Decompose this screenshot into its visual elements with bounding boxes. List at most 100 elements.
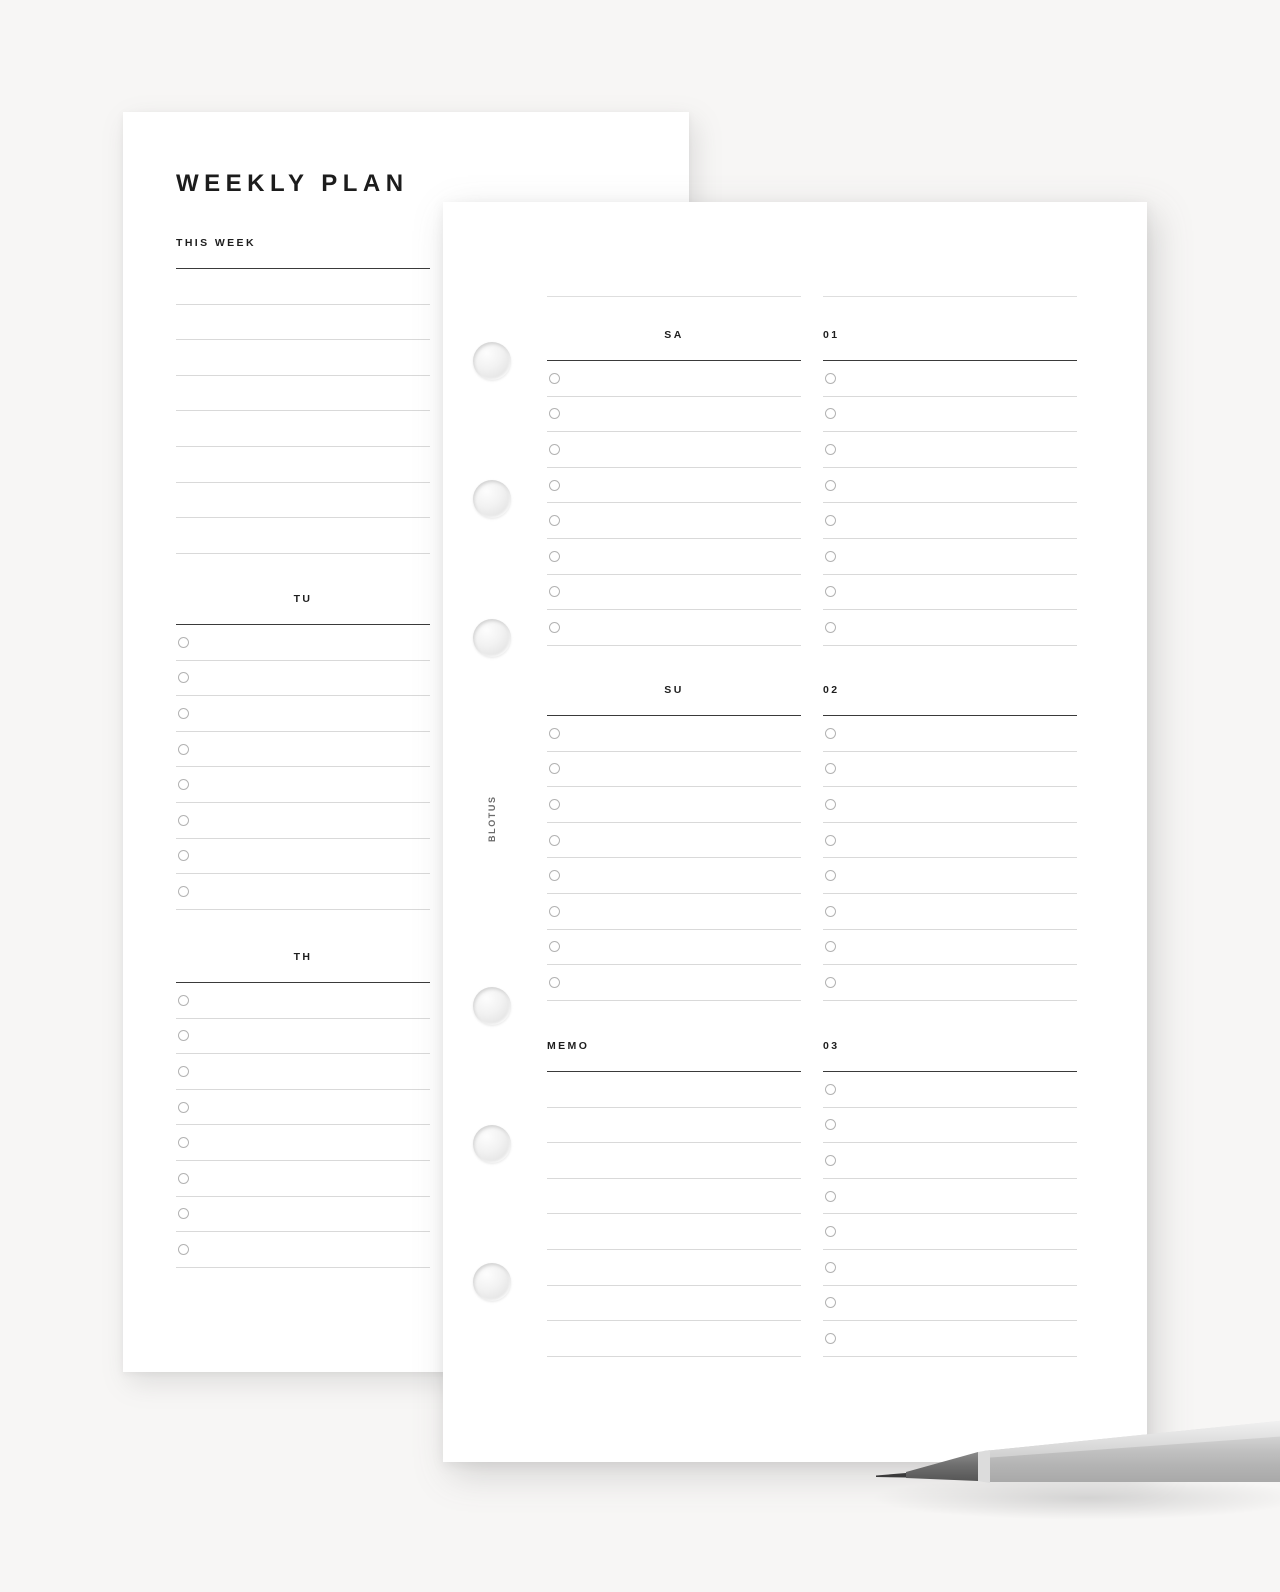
line-row[interactable] xyxy=(176,269,430,305)
checklist-row[interactable] xyxy=(823,1286,1077,1322)
checklist-row[interactable] xyxy=(547,503,801,539)
checkbox-icon[interactable] xyxy=(178,1243,189,1255)
checkbox-icon[interactable] xyxy=(825,763,836,775)
line-row[interactable] xyxy=(547,1321,801,1357)
checklist-row[interactable] xyxy=(176,1232,430,1268)
checkbox-icon[interactable] xyxy=(178,1137,189,1149)
checklist-row[interactable] xyxy=(547,361,801,397)
checklist-row[interactable] xyxy=(823,503,1077,539)
checkbox-icon[interactable] xyxy=(178,1065,189,1077)
checklist-row[interactable] xyxy=(547,575,801,611)
checkbox-icon[interactable] xyxy=(549,798,560,810)
checklist-row[interactable] xyxy=(823,610,1077,646)
line-row[interactable] xyxy=(176,305,430,341)
checkbox-icon[interactable] xyxy=(825,798,836,810)
checklist-row[interactable] xyxy=(547,894,801,930)
checkbox-icon[interactable] xyxy=(825,1119,836,1131)
checkbox-icon[interactable] xyxy=(178,1101,189,1113)
checkbox-icon[interactable] xyxy=(825,727,836,739)
checklist-row[interactable] xyxy=(823,1143,1077,1179)
checklist-row[interactable] xyxy=(823,823,1077,859)
checklist-row[interactable] xyxy=(176,696,430,732)
checkbox-icon[interactable] xyxy=(549,621,560,633)
checkbox-icon[interactable] xyxy=(178,707,189,719)
checklist-row[interactable] xyxy=(547,823,801,859)
checkbox-icon[interactable] xyxy=(549,834,560,846)
checklist-row[interactable] xyxy=(176,839,430,875)
checkbox-icon[interactable] xyxy=(825,479,836,491)
checklist-row[interactable] xyxy=(547,468,801,504)
line-row[interactable] xyxy=(176,411,430,447)
checkbox-icon[interactable] xyxy=(178,1030,189,1042)
checkbox-icon[interactable] xyxy=(825,976,836,988)
checklist-row[interactable] xyxy=(547,716,801,752)
checkbox-icon[interactable] xyxy=(178,814,189,826)
checklist-row[interactable] xyxy=(823,1321,1077,1357)
checklist-row[interactable] xyxy=(823,1108,1077,1144)
checkbox-icon[interactable] xyxy=(178,1172,189,1184)
line-row[interactable] xyxy=(547,1072,801,1108)
checklist-row[interactable] xyxy=(176,767,430,803)
checklist-row[interactable] xyxy=(823,468,1077,504)
checkbox-icon[interactable] xyxy=(825,443,836,455)
checkbox-icon[interactable] xyxy=(825,372,836,384)
checklist-row[interactable] xyxy=(823,361,1077,397)
checkbox-icon[interactable] xyxy=(825,1154,836,1166)
line-row[interactable] xyxy=(547,1214,801,1250)
line-row[interactable] xyxy=(547,1250,801,1286)
checkbox-icon[interactable] xyxy=(825,905,836,917)
checklist-row[interactable] xyxy=(823,1214,1077,1250)
checklist-row[interactable] xyxy=(176,732,430,768)
checklist-row[interactable] xyxy=(176,983,430,1019)
checkbox-icon[interactable] xyxy=(549,443,560,455)
checklist-row[interactable] xyxy=(547,539,801,575)
checklist-row[interactable] xyxy=(823,432,1077,468)
checklist-row[interactable] xyxy=(176,1125,430,1161)
line-row[interactable] xyxy=(176,518,430,554)
checklist-row[interactable] xyxy=(547,930,801,966)
checklist-row[interactable] xyxy=(176,1161,430,1197)
checklist-row[interactable] xyxy=(823,965,1077,1001)
checklist-row[interactable] xyxy=(823,1250,1077,1286)
line-row[interactable] xyxy=(176,376,430,412)
checkbox-icon[interactable] xyxy=(825,586,836,598)
checklist-row[interactable] xyxy=(823,894,1077,930)
checklist-row[interactable] xyxy=(823,575,1077,611)
checkbox-icon[interactable] xyxy=(178,636,189,648)
checkbox-icon[interactable] xyxy=(178,743,189,755)
checkbox-icon[interactable] xyxy=(549,727,560,739)
checkbox-icon[interactable] xyxy=(825,1083,836,1095)
checklist-row[interactable] xyxy=(547,965,801,1001)
checkbox-icon[interactable] xyxy=(825,1297,836,1309)
checkbox-icon[interactable] xyxy=(549,550,560,562)
checkbox-icon[interactable] xyxy=(825,550,836,562)
checkbox-icon[interactable] xyxy=(825,941,836,953)
checkbox-icon[interactable] xyxy=(549,870,560,882)
checklist-row[interactable] xyxy=(823,1072,1077,1108)
checkbox-icon[interactable] xyxy=(549,941,560,953)
checkbox-icon[interactable] xyxy=(178,672,189,684)
checkbox-icon[interactable] xyxy=(549,763,560,775)
line-row[interactable] xyxy=(547,1179,801,1215)
checkbox-icon[interactable] xyxy=(549,372,560,384)
checkbox-icon[interactable] xyxy=(825,1226,836,1238)
checkbox-icon[interactable] xyxy=(549,586,560,598)
checklist-row[interactable] xyxy=(823,858,1077,894)
line-row[interactable] xyxy=(176,340,430,376)
checklist-row[interactable] xyxy=(547,397,801,433)
checkbox-icon[interactable] xyxy=(178,994,189,1006)
checkbox-icon[interactable] xyxy=(825,515,836,527)
checkbox-icon[interactable] xyxy=(178,1208,189,1220)
checkbox-icon[interactable] xyxy=(178,779,189,791)
checklist-row[interactable] xyxy=(176,803,430,839)
line-row[interactable] xyxy=(176,483,430,519)
checklist-row[interactable] xyxy=(176,1090,430,1126)
checklist-row[interactable] xyxy=(823,397,1077,433)
checkbox-icon[interactable] xyxy=(178,850,189,862)
checkbox-icon[interactable] xyxy=(549,905,560,917)
checkbox-icon[interactable] xyxy=(825,621,836,633)
checklist-row[interactable] xyxy=(547,610,801,646)
checklist-row[interactable] xyxy=(823,716,1077,752)
checklist-row[interactable] xyxy=(823,539,1077,575)
checkbox-icon[interactable] xyxy=(825,1332,836,1344)
